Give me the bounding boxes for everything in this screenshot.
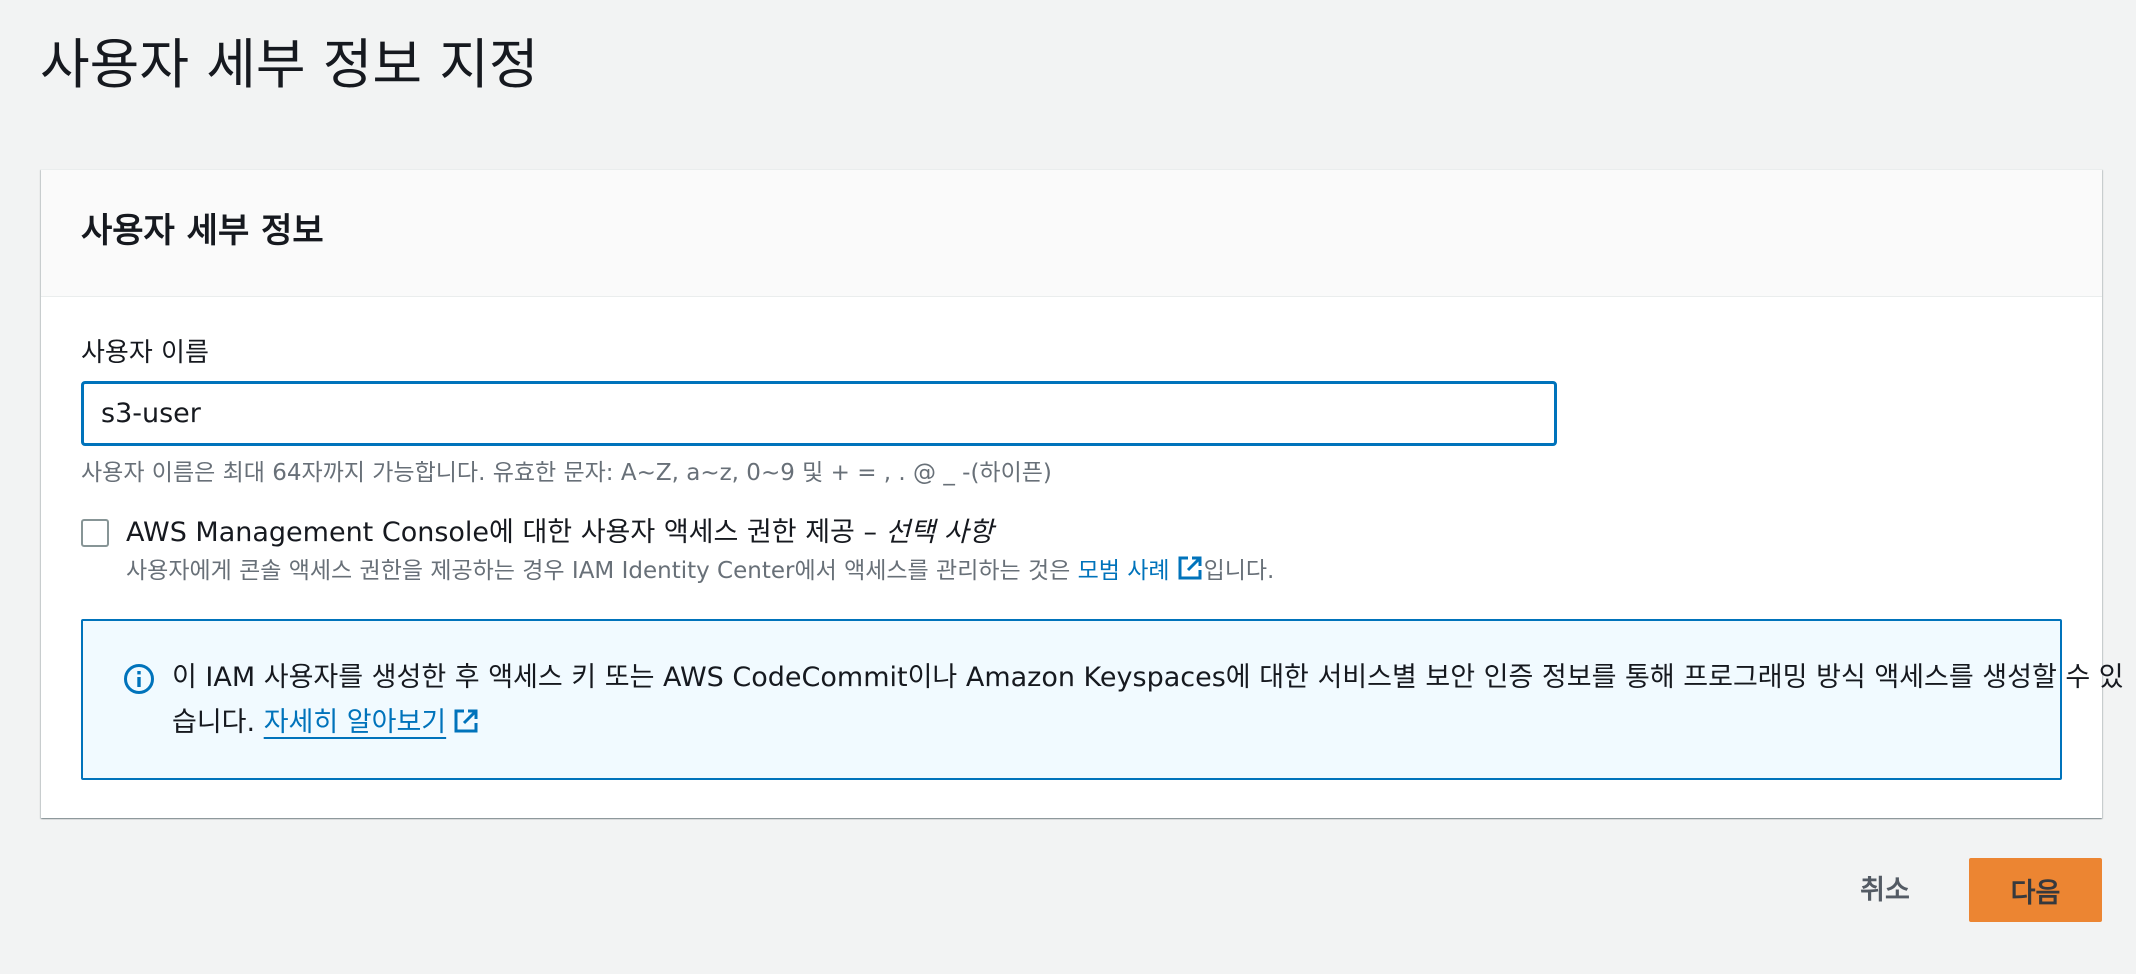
info-message: 이 IAM 사용자를 생성한 후 액세스 키 또는 AWS CodeCommit…: [172, 655, 2132, 745]
console-access-desc-prefix: 사용자에게 콘솔 액세스 권한을 제공하는 경우 IAM Identity Ce…: [126, 558, 1078, 584]
best-practice-link-text: 모범 사례: [1077, 558, 1170, 584]
username-label: 사용자 이름: [81, 338, 209, 368]
username-input[interactable]: [81, 381, 1557, 446]
console-access-desc-suffix: 입니다.: [1203, 558, 1275, 584]
learn-more-link[interactable]: 자세히 알아보기: [264, 707, 480, 738]
external-link-icon: [454, 709, 478, 733]
console-access-label[interactable]: AWS Management Console에 대한 사용자 액세스 권한 제공…: [126, 514, 994, 552]
console-access-checkbox[interactable]: [81, 519, 109, 547]
info-alert: 이 IAM 사용자를 생성한 후 액세스 키 또는 AWS CodeCommit…: [81, 619, 2124, 780]
info-icon: [124, 664, 154, 694]
learn-more-link-text: 자세히 알아보기: [263, 707, 447, 738]
cancel-button[interactable]: 취소: [1839, 855, 1931, 919]
external-link-icon: [1178, 556, 1202, 580]
card-header: 사용자 세부 정보: [41, 170, 2102, 297]
username-constraint-text: 사용자 이름은 최대 64자까지 가능합니다. 유효한 문자: A~Z, a~z…: [81, 460, 1052, 486]
user-details-card: 사용자 세부 정보 사용자 이름 사용자 이름은 최대 64자까지 가능합니다.…: [41, 169, 2124, 818]
optional-tag: 선택 사항: [885, 517, 994, 548]
console-access-description: 사용자에게 콘솔 액세스 권한을 제공하는 경우 IAM Identity Ce…: [126, 554, 1274, 588]
card-title: 사용자 세부 정보: [81, 211, 324, 251]
page-title: 사용자 세부 정보 지정: [40, 33, 539, 96]
console-access-label-text: AWS Management Console에 대한 사용자 액세스 권한 제공…: [126, 517, 886, 548]
next-button[interactable]: 다음: [1969, 858, 2102, 922]
best-practice-link[interactable]: 모범 사례: [1077, 556, 1204, 584]
